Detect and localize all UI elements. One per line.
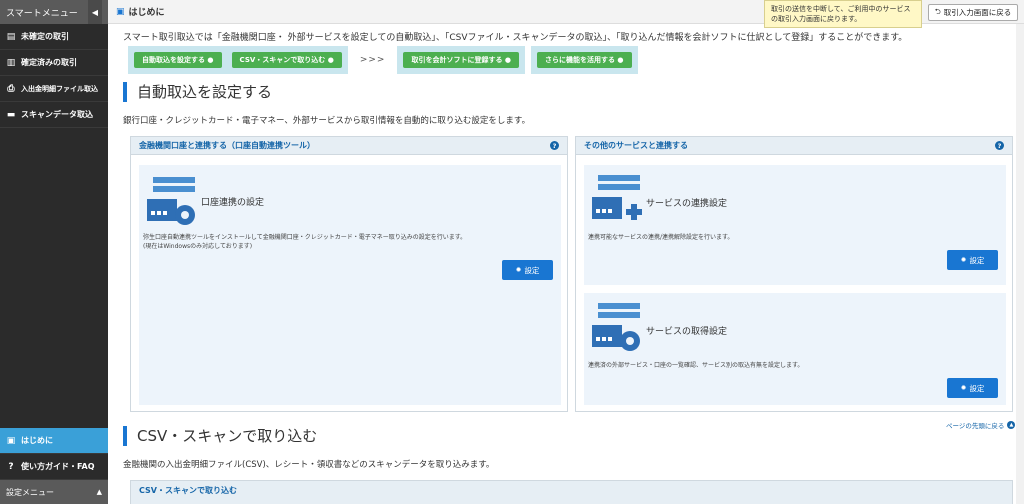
csv-scan-panel: CSV・スキャンで取り込む [130, 480, 1013, 504]
step-arrow: >>> [359, 55, 386, 65]
panel-title: 金融機関口座と連携する（口座自動連携ツール） [139, 141, 315, 150]
step-auto-import-button[interactable]: 自動取込を設定する ● [134, 52, 222, 68]
sidebar-bottom: ▣ はじめに ? 使い方ガイド・FAQ 設定メニュー ▲ [0, 428, 108, 504]
service-fetch-illustration-icon [592, 303, 640, 351]
service-fetch-card: サービスの取得設定 連携済の外部サービス・口座の一覧確認、サービス別の取込有無を… [584, 293, 1006, 405]
sidebar: スマートメニュー ◀ ▤ 未確定の取引 ▥ 確定済みの取引 ⎙ 入出金明細ファイ… [0, 0, 108, 504]
main-content: スマート取引取込では「金融機関口座・ 外部サービスを設定しての自動取込」、「CS… [108, 24, 1024, 504]
panel-header: 金融機関口座と連携する（口座自動連携ツール） ? [131, 137, 567, 155]
chevron-up-icon: ▲ [96, 488, 102, 496]
card-title: サービスの取得設定 [646, 327, 728, 337]
step-nav: 自動取込を設定する ● CSV・スキャンで取り込む ● >>> 取引を会計ソフト… [128, 46, 638, 74]
sidebar-item-confirmed[interactable]: ▥ 確定済みの取引 [0, 50, 108, 76]
service-link-settings-button[interactable]: ✹ 設定 [947, 250, 998, 270]
document-icon: ▥ [6, 57, 16, 68]
sidebar-item-scan-import[interactable]: ▬ スキャンデータ取込 [0, 102, 108, 128]
sidebar-header: スマートメニュー ◀ [0, 0, 108, 24]
sidebar-item-label: 使い方ガイド・FAQ [21, 462, 95, 471]
panel-title: その他のサービスと連携する [584, 141, 688, 150]
section-csv-scan-title: CSV・スキャンで取り込む [123, 426, 317, 446]
account-link-card: 口座連携の設定 弥生口座自動連携ツールをインストールして金融機関口座・クレジット… [139, 165, 561, 405]
settings-menu[interactable]: 設定メニュー ▲ [0, 480, 108, 504]
account-link-illustration-icon [147, 177, 195, 225]
panel-header: その他のサービスと連携する ? [576, 137, 1012, 155]
sidebar-title: スマートメニュー [6, 8, 78, 19]
sidebar-item-intro[interactable]: ▣ はじめに [0, 428, 108, 454]
section-csv-scan-desc: 金融機関の入出金明細ファイル(CSV)、レシート・領収書などのスキャンデータを取… [123, 460, 495, 470]
page-top-link[interactable]: ページの先頭に戻る ▲ [946, 420, 1016, 430]
card-title: 口座連携の設定 [201, 198, 265, 208]
help-circle-icon: ? [8, 461, 14, 472]
intro-text: スマート取引取込では「金融機関口座・ 外部サービスを設定しての自動取込」、「CS… [123, 33, 908, 43]
sidebar-item-file-import[interactable]: ⎙ 入出金明細ファイル取込 [0, 76, 108, 102]
card-description: 連携可能なサービスの連携/連携解除設定を行います。 [588, 234, 734, 241]
back-to-entry-button[interactable]: ⮌ 取引入力画面に戻る [928, 4, 1018, 21]
return-icon: ⮌ [934, 7, 941, 16]
gear-icon: ✹ [515, 266, 522, 274]
card-description: 連携済の外部サービス・口座の一覧確認、サービス別の取込有無を設定します。 [588, 362, 804, 369]
step-box-3: さらに機能を活用する ● [531, 46, 638, 74]
sidebar-item-label: 確定済みの取引 [21, 58, 77, 67]
step-more-features-button[interactable]: さらに機能を活用する ● [537, 52, 632, 68]
bank-link-panel: 金融機関口座と連携する（口座自動連携ツール） ? 口座連携の設定 弥生口座自動連… [130, 136, 568, 412]
book-icon: ▣ [116, 6, 125, 17]
settings-menu-label: 設定メニュー [6, 487, 54, 497]
gear-icon: ✹ [960, 384, 967, 392]
help-icon[interactable]: ? [550, 141, 559, 150]
sidebar-item-guide[interactable]: ? 使い方ガイド・FAQ [0, 454, 108, 480]
help-icon[interactable]: ? [995, 141, 1004, 150]
arrow-up-icon: ▲ [1007, 421, 1016, 429]
list-icon: ▤ [6, 31, 16, 42]
section-auto-import-desc: 銀行口座・クレジットカード・電子マネー、外部サービスから取引情報を自動的に取り込… [123, 116, 531, 126]
sidebar-item-label: スキャンデータ取込 [21, 110, 93, 119]
back-button-label: 取引入力画面に戻る [943, 8, 1012, 17]
card-title: サービスの連携設定 [646, 199, 728, 209]
sidebar-item-label: 未確定の取引 [21, 32, 69, 41]
account-link-settings-button[interactable]: ✹ 設定 [502, 260, 553, 280]
page-title-text: はじめに [128, 8, 165, 18]
page-title: ▣ はじめに [116, 5, 165, 19]
chevron-left-icon[interactable]: ◀ [88, 0, 102, 24]
service-link-illustration-icon [592, 175, 642, 220]
scrollbar[interactable] [1016, 24, 1024, 504]
book-icon: ▣ [6, 435, 16, 446]
step-csv-scan-button[interactable]: CSV・スキャンで取り込む ● [231, 52, 342, 68]
other-service-panel: その他のサービスと連携する ? サービスの連携設定 連携可能なサービスの連携/連… [575, 136, 1013, 412]
section-auto-import-title: 自動取込を設定する [123, 82, 272, 102]
service-fetch-settings-button[interactable]: ✹ 設定 [947, 378, 998, 398]
step-box-1: 自動取込を設定する ● CSV・スキャンで取り込む ● [128, 46, 348, 74]
sidebar-item-unconfirmed[interactable]: ▤ 未確定の取引 [0, 24, 108, 50]
scanner-icon: ▬ [6, 109, 16, 120]
sidebar-item-label: 入出金明細ファイル取込 [21, 84, 98, 93]
sidebar-item-label: はじめに [21, 436, 53, 445]
file-import-icon: ⎙ [7, 83, 15, 94]
step-register-button[interactable]: 取引を会計ソフトに登録する ● [403, 52, 519, 68]
step-box-2: 取引を会計ソフトに登録する ● [397, 46, 525, 74]
gear-icon: ✹ [960, 256, 967, 264]
panel-title: CSV・スキャンで取り込む [139, 485, 237, 495]
card-description: 弥生口座自動連携ツールをインストールして金融機関口座・クレジットカード・電子マネ… [143, 234, 467, 250]
panel-header: CSV・スキャンで取り込む [131, 481, 1012, 499]
service-link-card: サービスの連携設定 連携可能なサービスの連携/連携解除設定を行います。 ✹ 設定 [584, 165, 1006, 285]
